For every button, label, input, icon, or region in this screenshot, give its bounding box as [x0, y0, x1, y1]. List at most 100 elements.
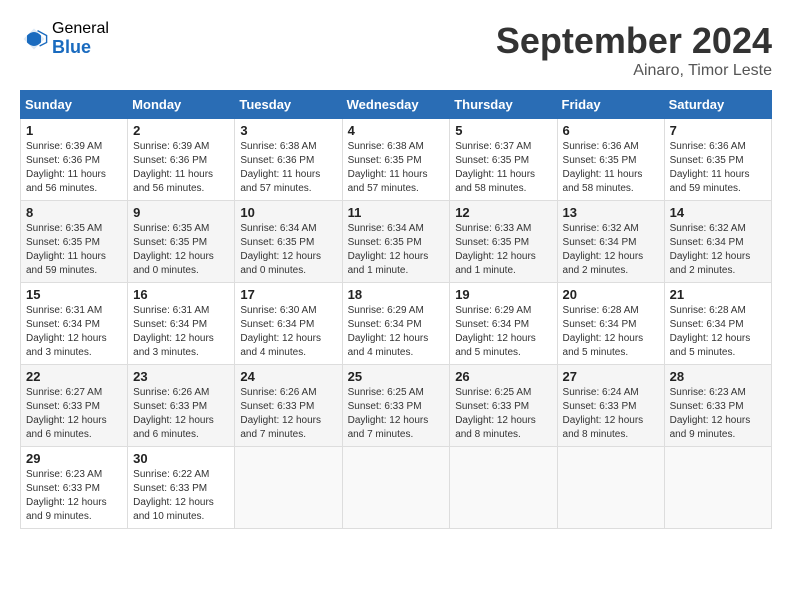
day-number: 22: [26, 369, 122, 384]
calendar-row: 1 Sunrise: 6:39 AMSunset: 6:36 PMDayligh…: [21, 119, 772, 201]
day-info: Sunrise: 6:39 AMSunset: 6:36 PMDaylight:…: [26, 141, 106, 194]
col-saturday: Saturday: [664, 91, 771, 119]
table-cell: 7 Sunrise: 6:36 AMSunset: 6:35 PMDayligh…: [664, 119, 771, 201]
day-number: 27: [563, 369, 659, 384]
day-number: 17: [240, 287, 336, 302]
day-info: Sunrise: 6:32 AMSunset: 6:34 PMDaylight:…: [670, 223, 751, 276]
table-cell: 6 Sunrise: 6:36 AMSunset: 6:35 PMDayligh…: [557, 119, 664, 201]
day-number: 16: [133, 287, 229, 302]
day-info: Sunrise: 6:26 AMSunset: 6:33 PMDaylight:…: [133, 387, 214, 440]
logo-general: General: [52, 20, 109, 38]
col-thursday: Thursday: [450, 91, 557, 119]
day-info: Sunrise: 6:24 AMSunset: 6:33 PMDaylight:…: [563, 387, 644, 440]
day-info: Sunrise: 6:29 AMSunset: 6:34 PMDaylight:…: [455, 305, 536, 358]
table-cell: 14 Sunrise: 6:32 AMSunset: 6:34 PMDaylig…: [664, 201, 771, 283]
calendar-row: 8 Sunrise: 6:35 AMSunset: 6:35 PMDayligh…: [21, 201, 772, 283]
day-info: Sunrise: 6:30 AMSunset: 6:34 PMDaylight:…: [240, 305, 321, 358]
day-info: Sunrise: 6:28 AMSunset: 6:34 PMDaylight:…: [563, 305, 644, 358]
day-info: Sunrise: 6:39 AMSunset: 6:36 PMDaylight:…: [133, 141, 213, 194]
calendar-row: 15 Sunrise: 6:31 AMSunset: 6:34 PMDaylig…: [21, 283, 772, 365]
logo-blue: Blue: [52, 38, 109, 58]
col-friday: Friday: [557, 91, 664, 119]
logo-icon: [20, 25, 48, 53]
col-sunday: Sunday: [21, 91, 128, 119]
calendar-header-row: Sunday Monday Tuesday Wednesday Thursday…: [21, 91, 772, 119]
day-number: 23: [133, 369, 229, 384]
calendar-row: 29 Sunrise: 6:23 AMSunset: 6:33 PMDaylig…: [21, 447, 772, 529]
day-number: 15: [26, 287, 122, 302]
table-cell: [450, 447, 557, 529]
month-title: September 2024: [496, 20, 772, 62]
table-cell: 27 Sunrise: 6:24 AMSunset: 6:33 PMDaylig…: [557, 365, 664, 447]
table-cell: [235, 447, 342, 529]
table-cell: 10 Sunrise: 6:34 AMSunset: 6:35 PMDaylig…: [235, 201, 342, 283]
table-cell: 1 Sunrise: 6:39 AMSunset: 6:36 PMDayligh…: [21, 119, 128, 201]
table-cell: 5 Sunrise: 6:37 AMSunset: 6:35 PMDayligh…: [450, 119, 557, 201]
table-cell: 29 Sunrise: 6:23 AMSunset: 6:33 PMDaylig…: [21, 447, 128, 529]
day-number: 12: [455, 205, 551, 220]
col-wednesday: Wednesday: [342, 91, 450, 119]
day-info: Sunrise: 6:29 AMSunset: 6:34 PMDaylight:…: [348, 305, 429, 358]
title-block: September 2024 Ainaro, Timor Leste: [496, 20, 772, 80]
day-number: 20: [563, 287, 659, 302]
day-number: 3: [240, 123, 336, 138]
logo-text: GeneralBlue: [52, 20, 109, 57]
table-cell: 26 Sunrise: 6:25 AMSunset: 6:33 PMDaylig…: [450, 365, 557, 447]
table-cell: 16 Sunrise: 6:31 AMSunset: 6:34 PMDaylig…: [128, 283, 235, 365]
table-cell: 17 Sunrise: 6:30 AMSunset: 6:34 PMDaylig…: [235, 283, 342, 365]
day-info: Sunrise: 6:28 AMSunset: 6:34 PMDaylight:…: [670, 305, 751, 358]
day-number: 5: [455, 123, 551, 138]
day-info: Sunrise: 6:38 AMSunset: 6:36 PMDaylight:…: [240, 141, 320, 194]
table-cell: [342, 447, 450, 529]
table-cell: 2 Sunrise: 6:39 AMSunset: 6:36 PMDayligh…: [128, 119, 235, 201]
day-number: 13: [563, 205, 659, 220]
day-number: 1: [26, 123, 122, 138]
day-info: Sunrise: 6:36 AMSunset: 6:35 PMDaylight:…: [670, 141, 750, 194]
day-number: 21: [670, 287, 766, 302]
day-number: 30: [133, 451, 229, 466]
day-number: 29: [26, 451, 122, 466]
day-info: Sunrise: 6:23 AMSunset: 6:33 PMDaylight:…: [26, 469, 107, 522]
day-number: 24: [240, 369, 336, 384]
table-cell: 22 Sunrise: 6:27 AMSunset: 6:33 PMDaylig…: [21, 365, 128, 447]
day-number: 6: [563, 123, 659, 138]
day-info: Sunrise: 6:31 AMSunset: 6:34 PMDaylight:…: [133, 305, 214, 358]
day-number: 25: [348, 369, 445, 384]
table-cell: [664, 447, 771, 529]
day-info: Sunrise: 6:33 AMSunset: 6:35 PMDaylight:…: [455, 223, 536, 276]
day-number: 7: [670, 123, 766, 138]
table-cell: 3 Sunrise: 6:38 AMSunset: 6:36 PMDayligh…: [235, 119, 342, 201]
table-cell: 21 Sunrise: 6:28 AMSunset: 6:34 PMDaylig…: [664, 283, 771, 365]
day-info: Sunrise: 6:32 AMSunset: 6:34 PMDaylight:…: [563, 223, 644, 276]
day-info: Sunrise: 6:25 AMSunset: 6:33 PMDaylight:…: [348, 387, 429, 440]
day-info: Sunrise: 6:34 AMSunset: 6:35 PMDaylight:…: [240, 223, 321, 276]
day-number: 11: [348, 205, 445, 220]
page-header: GeneralBlue September 2024 Ainaro, Timor…: [20, 20, 772, 80]
day-info: Sunrise: 6:31 AMSunset: 6:34 PMDaylight:…: [26, 305, 107, 358]
table-cell: 28 Sunrise: 6:23 AMSunset: 6:33 PMDaylig…: [664, 365, 771, 447]
calendar-row: 22 Sunrise: 6:27 AMSunset: 6:33 PMDaylig…: [21, 365, 772, 447]
table-cell: [557, 447, 664, 529]
table-cell: 13 Sunrise: 6:32 AMSunset: 6:34 PMDaylig…: [557, 201, 664, 283]
table-cell: 8 Sunrise: 6:35 AMSunset: 6:35 PMDayligh…: [21, 201, 128, 283]
day-info: Sunrise: 6:34 AMSunset: 6:35 PMDaylight:…: [348, 223, 429, 276]
day-info: Sunrise: 6:27 AMSunset: 6:33 PMDaylight:…: [26, 387, 107, 440]
day-number: 9: [133, 205, 229, 220]
table-cell: 4 Sunrise: 6:38 AMSunset: 6:35 PMDayligh…: [342, 119, 450, 201]
logo: GeneralBlue: [20, 20, 109, 57]
day-info: Sunrise: 6:22 AMSunset: 6:33 PMDaylight:…: [133, 469, 214, 522]
day-number: 2: [133, 123, 229, 138]
day-info: Sunrise: 6:37 AMSunset: 6:35 PMDaylight:…: [455, 141, 535, 194]
table-cell: 23 Sunrise: 6:26 AMSunset: 6:33 PMDaylig…: [128, 365, 235, 447]
table-cell: 19 Sunrise: 6:29 AMSunset: 6:34 PMDaylig…: [450, 283, 557, 365]
day-number: 18: [348, 287, 445, 302]
table-cell: 9 Sunrise: 6:35 AMSunset: 6:35 PMDayligh…: [128, 201, 235, 283]
col-monday: Monday: [128, 91, 235, 119]
calendar-table: Sunday Monday Tuesday Wednesday Thursday…: [20, 90, 772, 529]
day-info: Sunrise: 6:23 AMSunset: 6:33 PMDaylight:…: [670, 387, 751, 440]
day-info: Sunrise: 6:25 AMSunset: 6:33 PMDaylight:…: [455, 387, 536, 440]
table-cell: 30 Sunrise: 6:22 AMSunset: 6:33 PMDaylig…: [128, 447, 235, 529]
location-title: Ainaro, Timor Leste: [496, 62, 772, 80]
col-tuesday: Tuesday: [235, 91, 342, 119]
day-number: 19: [455, 287, 551, 302]
